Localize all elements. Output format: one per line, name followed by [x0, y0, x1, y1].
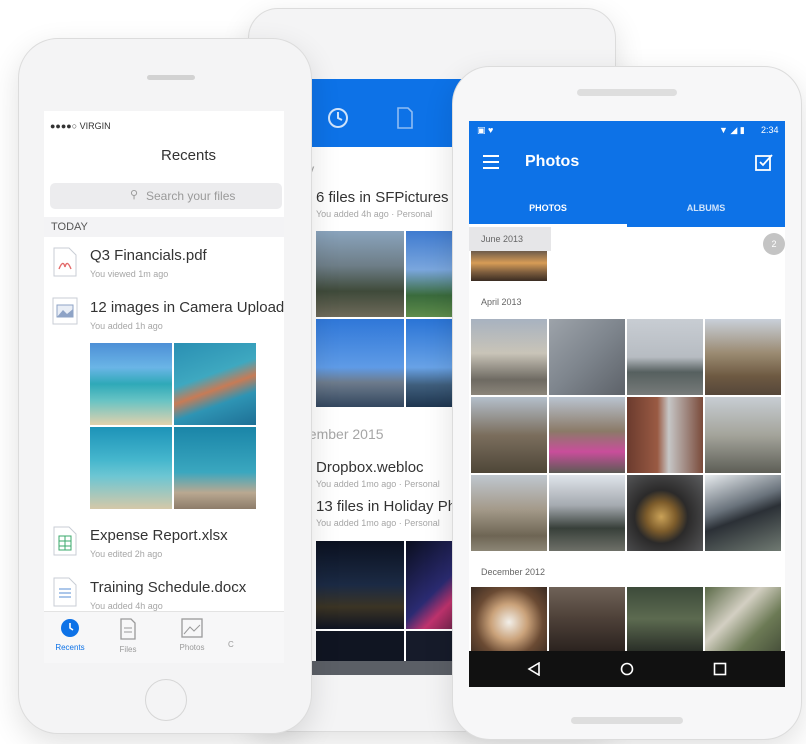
recent-item-subtitle: You edited 2h ago: [90, 549, 163, 559]
section-label: TODAY: [51, 221, 88, 233]
scroll-badge-count: 2: [771, 239, 777, 249]
photo-thumbnail[interactable]: [627, 475, 703, 551]
recent-item-title[interactable]: Training Schedule.docx: [90, 579, 246, 596]
photo-thumbnail[interactable]: [705, 475, 781, 551]
status-right-icons: ▼ ◢ ▮: [719, 125, 745, 135]
section-label: June 2013: [481, 234, 524, 244]
status-time: 2:34: [761, 125, 779, 135]
search-input[interactable]: ⚲ Search your files: [50, 183, 282, 209]
tablet-item-title[interactable]: Dropbox.webloc: [316, 459, 424, 476]
tab-photos[interactable]: Photos: [172, 618, 212, 662]
tablet-item-subtitle: You added 1mo ago · Personal: [316, 518, 440, 528]
select-checkbox-icon[interactable]: [755, 153, 773, 171]
recent-item-subtitle: You added 1h ago: [90, 321, 163, 331]
photo-thumbnail[interactable]: [174, 343, 256, 425]
tab-more[interactable]: C: [228, 640, 248, 660]
photo-thumbnail[interactable]: [549, 587, 625, 651]
tablet-item-subtitle: You added 4h ago · Personal: [316, 209, 433, 219]
search-placeholder: Search your files: [146, 189, 236, 203]
photo-thumbnail[interactable]: [316, 631, 404, 661]
ios-tab-bar: Recents Files Photos C: [44, 611, 284, 663]
clock-icon: [61, 619, 79, 637]
android-nav-bar: [469, 651, 785, 687]
photo-thumbnail[interactable]: [705, 319, 781, 395]
tablet-item-subtitle: You added 1mo ago · Personal: [316, 479, 440, 489]
section-header-june-2013: June 2013: [469, 227, 551, 251]
tab-label: C: [228, 640, 234, 649]
photo-thumbnail[interactable]: [471, 251, 547, 281]
tab-label: Files: [119, 645, 137, 654]
photo-thumbnail[interactable]: [471, 475, 547, 551]
tab-label: PHOTOS: [529, 203, 567, 213]
android-speaker-bottom: [571, 717, 683, 724]
tab-label: Photos: [179, 643, 205, 652]
home-icon[interactable]: [620, 662, 634, 676]
photo-thumbnail[interactable]: [549, 319, 625, 395]
android-screen: ▣ ♥ ▼ ◢ ▮ 2:34 Photos PHOTOS ALBUMS June…: [469, 121, 785, 687]
search-icon: ⚲: [130, 189, 139, 201]
recent-apps-icon[interactable]: [713, 662, 727, 676]
carrier-status: ●●●●○ VIRGIN: [50, 121, 111, 131]
tab-albums[interactable]: ALBUMS: [627, 191, 785, 227]
recent-item-title[interactable]: Q3 Financials.pdf: [90, 247, 207, 264]
iphone-screen: ●●●●○ VIRGIN Recents ⚲ Search your files…: [44, 111, 284, 663]
document-file-icon: [53, 577, 77, 607]
android-speaker-top: [577, 89, 677, 96]
photo-thumbnail[interactable]: [316, 231, 404, 317]
recents-clock-icon[interactable]: [327, 107, 349, 129]
spreadsheet-file-icon: [53, 526, 77, 556]
iphone-speaker: [147, 75, 195, 80]
photo-thumbnail[interactable]: [90, 343, 172, 425]
tab-files[interactable]: Files: [108, 618, 148, 662]
menu-icon[interactable]: [483, 155, 499, 169]
section-header-today: TODAY: [44, 217, 284, 237]
photo-thumbnail[interactable]: [627, 397, 703, 473]
android-app-bar: ▣ ♥ ▼ ◢ ▮ 2:34 Photos PHOTOS ALBUMS: [469, 121, 785, 227]
photo-thumbnail[interactable]: [316, 541, 404, 629]
recent-item-subtitle: You added 4h ago: [90, 601, 163, 611]
tab-label: Recents: [55, 643, 85, 652]
photo-thumbnail[interactable]: [174, 427, 256, 509]
files-icon: [120, 618, 136, 640]
tablet-item-title[interactable]: 6 files in SFPictures: [316, 189, 449, 206]
status-notification-icons: ▣ ♥: [477, 125, 494, 135]
photo-thumbnail[interactable]: [471, 587, 547, 651]
photo-thumbnail[interactable]: [705, 587, 781, 651]
pdf-file-icon: [53, 247, 77, 277]
photo-thumbnail[interactable]: [549, 475, 625, 551]
photo-thumbnail[interactable]: [471, 397, 547, 473]
photo-thumbnail[interactable]: [705, 397, 781, 473]
android-device: ▣ ♥ ▼ ◢ ▮ 2:34 Photos PHOTOS ALBUMS June…: [452, 66, 802, 740]
tab-photos[interactable]: PHOTOS: [469, 191, 627, 227]
tab-label: ALBUMS: [686, 203, 726, 213]
tab-recents[interactable]: Recents: [50, 618, 90, 662]
section-label-december-2012: December 2012: [481, 567, 546, 577]
photo-thumbnail[interactable]: [549, 397, 625, 473]
files-tab-icon[interactable]: [396, 107, 414, 129]
recent-item-subtitle: You viewed 1m ago: [90, 269, 169, 279]
photo-thumbnail[interactable]: [471, 319, 547, 395]
photo-thumbnail[interactable]: [627, 319, 703, 395]
back-icon[interactable]: [527, 662, 541, 676]
photos-icon: [181, 618, 203, 638]
page-title: Recents: [161, 147, 217, 164]
iphone-home-button: [145, 679, 187, 721]
recent-item-title[interactable]: Expense Report.xlsx: [90, 527, 228, 544]
photo-thumbnail[interactable]: [627, 587, 703, 651]
scroll-badge[interactable]: 2: [763, 233, 785, 255]
iphone-device: ●●●●○ VIRGIN Recents ⚲ Search your files…: [18, 38, 312, 734]
section-label-april-2013: April 2013: [481, 297, 522, 307]
photo-thumbnail[interactable]: [316, 319, 404, 407]
app-bar-title: Photos: [525, 153, 580, 170]
image-file-icon: [52, 297, 78, 325]
photo-thumbnail[interactable]: [90, 427, 172, 509]
recent-item-title[interactable]: 12 images in Camera Uploads: [90, 299, 284, 316]
